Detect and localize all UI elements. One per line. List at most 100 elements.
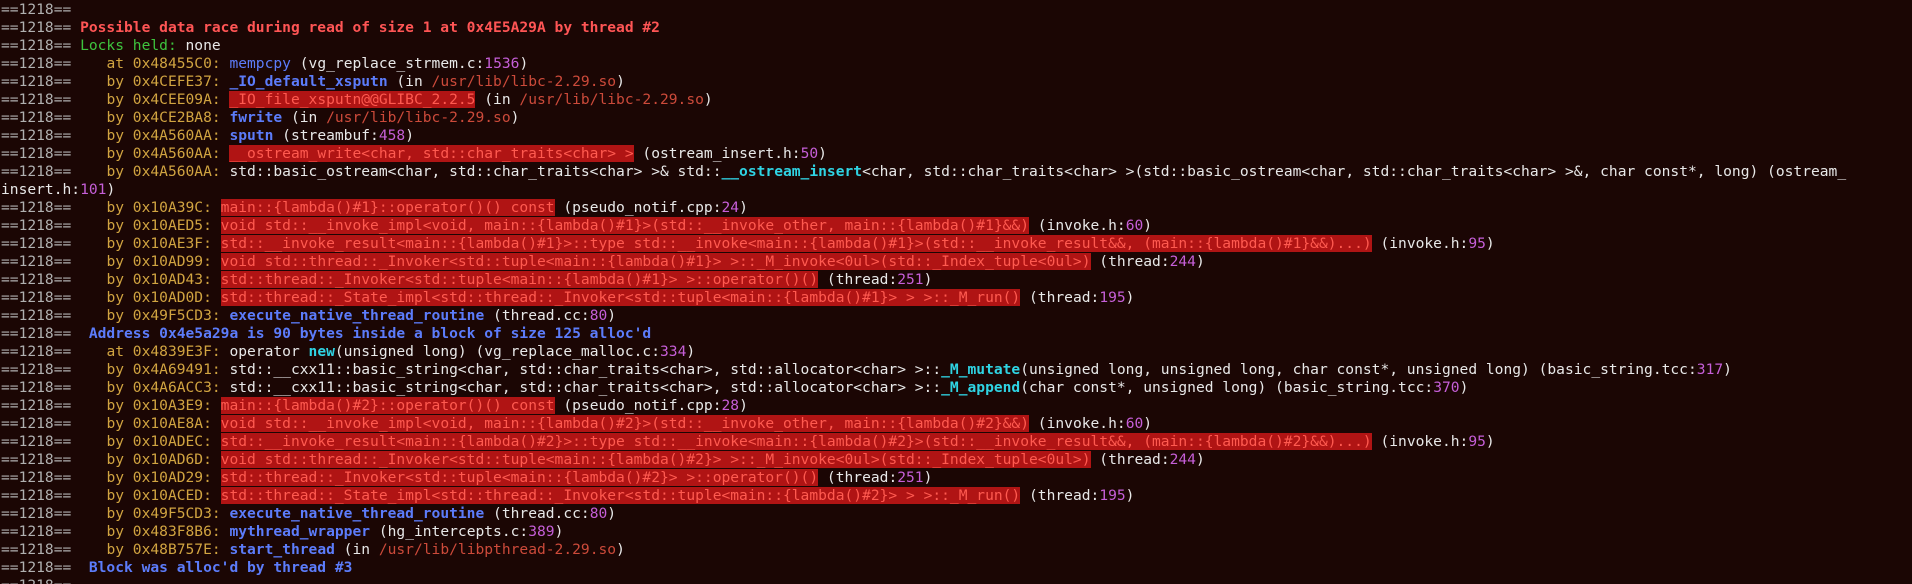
text-segment: ( (554, 199, 573, 216)
pid-prefix: ==1218== (1, 253, 107, 270)
highlighted-symbol: void std::thread::_Invoker<std::tuple<ma… (220, 253, 1091, 270)
text-segment: std::basic_ostream<char, std::char_trait… (229, 163, 722, 180)
text-segment: thread (1037, 487, 1091, 504)
line-number: 60 (1125, 415, 1144, 432)
function-name: _IO_default_xsputn (229, 73, 388, 90)
symbol-name: _M_mutate (941, 361, 1021, 378)
line-number: 80 (589, 505, 608, 522)
text-segment: ) (1723, 361, 1732, 378)
terminal-line: ==1218== at 0x48455C0: mempcpy (vg_repla… (1, 55, 1911, 73)
line-number: 195 (1099, 487, 1126, 504)
text-segment: ( (1090, 253, 1109, 270)
terminal-line: ==1218== by 0x4A69491: std::__cxx11::bas… (1, 361, 1911, 379)
text-segment: : (1687, 361, 1697, 378)
text-segment: (in (387, 73, 432, 90)
text-segment: thread (1108, 451, 1161, 468)
terminal-line: ==1218== by 0x10ADEC: std::__invoke_resu… (1, 433, 1911, 451)
pid-prefix: ==1218== (1, 325, 81, 342)
text-segment: ( (554, 397, 573, 414)
pid-prefix: ==1218== (1, 469, 107, 486)
text-segment: ) (1459, 379, 1469, 396)
locks-label: Locks held: (80, 37, 186, 54)
highlighted-symbol: __ostream_write<char, std::char_traits<c… (229, 145, 634, 162)
stack-address: by 0x10AE8A: (106, 415, 221, 432)
text-segment: : (1090, 289, 1100, 306)
stack-address: by 0x10AD0D: (106, 289, 221, 306)
text-segment: ) (1125, 487, 1135, 504)
terminal-line: ==1218== by 0x4A560AA: sputn (streambuf:… (1, 127, 1911, 145)
function-name: execute_native_thread_routine (229, 505, 485, 522)
pid-prefix: ==1218== (1, 487, 107, 504)
pid-prefix: ==1218== (1, 577, 71, 584)
text-segment: ( (1090, 451, 1109, 468)
stack-address: by 0x483F8B6: (106, 523, 230, 540)
pid-prefix: ==1218== (1, 505, 107, 522)
stack-address: by 0x4A6ACC3: (106, 379, 230, 396)
line-number: 95 (1468, 235, 1486, 252)
text-segment: ( (1371, 235, 1390, 252)
terminal-line: ==1218== at 0x4839E3F: operator new(unsi… (1, 343, 1911, 361)
text-segment: pseudo_notif.cpp (572, 397, 713, 414)
terminal-line: ==1218== (1, 577, 1911, 584)
text-segment: (unsigned long, unsigned long, char cons… (1020, 361, 1548, 378)
stack-address: by 0x4A560AA: (106, 127, 230, 144)
text-segment: : (712, 397, 722, 414)
text-segment: ) (1195, 253, 1205, 270)
text-segment: : (712, 199, 722, 216)
pid-prefix: ==1218== (1, 415, 107, 432)
library-path: /usr/lib/libc-2.29.so (519, 91, 704, 108)
text-segment: operator (229, 343, 309, 360)
text-segment: : (888, 271, 898, 288)
stack-address: by 0x10AD6D: (106, 451, 221, 468)
text-segment: ( (484, 505, 502, 522)
line-number: 251 (897, 469, 924, 486)
text-segment: : (1090, 487, 1100, 504)
text-segment: : (475, 55, 485, 72)
stack-address: at 0x4839E3F: (106, 343, 230, 360)
stack-address: by 0x49F5CD3: (106, 505, 230, 522)
highlighted-symbol: main::{lambda()#1}::operator()() const (220, 199, 555, 216)
terminal-window[interactable]: ==1218== ==1218== Possible data race duri… (0, 0, 1912, 584)
text-segment: insert.h (1, 181, 72, 198)
function-name: Block was alloc'd by thread #3 (80, 559, 353, 576)
text-segment: basic_string.tcc (1283, 379, 1425, 396)
line-number: 244 (1169, 451, 1196, 468)
stack-address: by 0x10AD99: (106, 253, 221, 270)
text-segment: invoke.h (1389, 235, 1460, 252)
pid-prefix: ==1218== (1, 361, 107, 378)
text-segment: thread.cc (501, 307, 581, 324)
terminal-line: ==1218== by 0x4A6ACC3: std::__cxx11::bas… (1, 379, 1911, 397)
pid-prefix: ==1218== (1, 91, 107, 108)
text-segment: vg_replace_strmem.c (308, 55, 476, 72)
text-segment: (in (475, 91, 520, 108)
terminal-line: ==1218== by 0x10AD29: std::thread::_Invo… (1, 469, 1911, 487)
text-segment: ( (818, 271, 836, 288)
text-segment: : (519, 523, 529, 540)
text-segment: (in (282, 109, 327, 126)
library-path: /usr/lib/libpthread-2.29.so (378, 541, 617, 558)
line-number: 370 (1433, 379, 1460, 396)
text-segment: thread (835, 469, 889, 486)
terminal-line: ==1218== by 0x10AD6D: void std::thread::… (1, 451, 1911, 469)
text-segment: basic_string.tcc (1547, 361, 1688, 378)
stack-address: by 0x4CEE09A: (106, 91, 230, 108)
terminal-line: ==1218== by 0x4CE2BA8: fwrite (in /usr/l… (1, 109, 1911, 127)
text-segment: ( (818, 469, 836, 486)
terminal-line: ==1218== by 0x10AE8A: void std::__invoke… (1, 415, 1911, 433)
stack-address: by 0x49F5CD3: (106, 307, 230, 324)
text-segment: ) (106, 181, 116, 198)
text-segment: <char, std::char_traits<char> >(std::bas… (862, 163, 1776, 180)
pid-prefix: ==1218== (1, 163, 107, 180)
text-segment: ostream_ (1775, 163, 1847, 180)
text-segment: ) (510, 109, 520, 126)
stack-address: at 0x48455C0: (106, 55, 230, 72)
text-segment: thread (835, 271, 889, 288)
pid-prefix: ==1218== (1, 199, 107, 216)
line-number: 80 (589, 307, 608, 324)
terminal-line: ==1218== by 0x10AED5: void std::__invoke… (1, 217, 1911, 235)
terminal-line: ==1218== by 0x10AE3F: std::__invoke_resu… (1, 235, 1911, 253)
symbol-name: __ostream_insert (721, 163, 863, 180)
pid-prefix: ==1218== (1, 145, 107, 162)
highlighted-symbol: void std::__invoke_impl<void, main::{lam… (220, 415, 1030, 432)
stack-address: by 0x48B757E: (106, 541, 230, 558)
